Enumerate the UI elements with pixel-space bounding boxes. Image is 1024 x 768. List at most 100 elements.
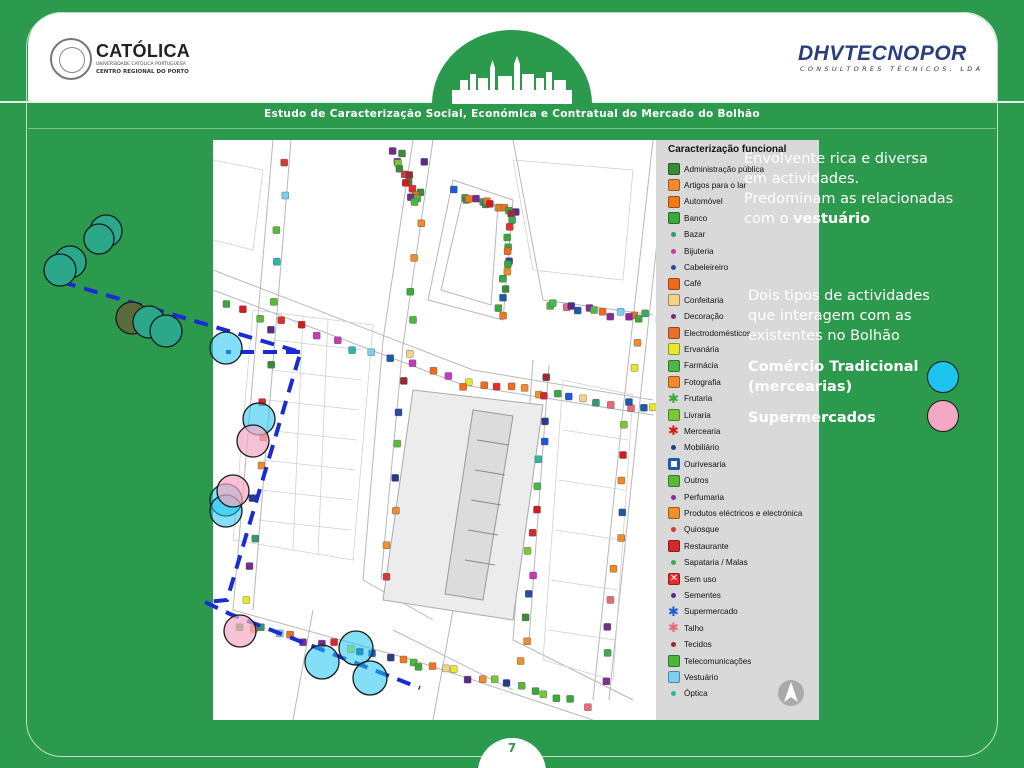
map-activity-marker (386, 354, 394, 362)
legend-label: Vestuário (684, 672, 719, 682)
map-activity-marker (635, 315, 643, 323)
legend-ring-icon (668, 458, 680, 471)
map-activity-marker (598, 307, 607, 316)
map-activity-marker (410, 254, 418, 262)
map-activity-marker (272, 226, 281, 234)
legend-dot-icon (671, 494, 676, 500)
legend-item: Vestuário (668, 670, 718, 684)
map-activity-marker (492, 382, 501, 391)
map-activity-marker (348, 346, 356, 354)
legend-label: Automóvel (684, 197, 723, 207)
map-activity-marker (552, 694, 561, 702)
map-activity-marker (409, 316, 417, 324)
legend-item: Decoração (668, 310, 724, 324)
university-seal-icon (50, 38, 92, 80)
legend-square-icon (668, 540, 680, 553)
legend-label: Electrodomésticos (684, 328, 751, 338)
map-activity-marker (267, 360, 275, 369)
legend-label: Farmácia (684, 361, 719, 371)
map-activity-marker (392, 506, 400, 515)
legend-dot-icon (671, 445, 676, 451)
map-activity-marker (334, 336, 342, 345)
legend-label: Sapataria / Malas (684, 558, 748, 568)
map-activity-marker (619, 451, 627, 459)
map-activity-marker (281, 191, 290, 200)
north-arrow-icon (778, 680, 804, 706)
map-activity-marker (618, 508, 626, 517)
map-activity-marker (273, 258, 281, 266)
legend-item: Outros (668, 474, 709, 488)
map-activity-marker (566, 695, 574, 703)
map-activity-marker (479, 675, 487, 683)
legend-square-icon (668, 179, 680, 192)
map-activity-marker (393, 439, 401, 448)
map-activity-marker (528, 529, 537, 537)
legend-square-icon (668, 474, 680, 487)
map-activity-marker (465, 195, 473, 203)
map-activity-marker (299, 638, 307, 646)
map-activity-marker (539, 690, 547, 698)
map-activity-marker (616, 308, 625, 316)
map-activity-marker (330, 638, 338, 646)
map-activity-marker (567, 302, 575, 310)
legend-square-icon (668, 327, 680, 339)
map-activity-marker (507, 209, 515, 218)
map-activity-marker (398, 149, 406, 158)
legend-square-icon (668, 195, 680, 208)
legend-item: Banco (668, 211, 707, 225)
map-activity-marker (382, 541, 391, 549)
map-activity-marker (382, 573, 391, 581)
legend-square-icon (668, 507, 680, 520)
map-activity-marker (491, 675, 499, 683)
map-activity-marker (606, 596, 615, 604)
circle-teal (43, 253, 77, 287)
map-activity-marker (259, 433, 267, 441)
legend-label: Produtos eléctricos e electrónica (684, 508, 803, 518)
map-activity-marker (388, 147, 397, 155)
map-activity-marker (609, 565, 618, 573)
legend-square-icon (668, 212, 680, 225)
map-activity-marker (280, 158, 288, 167)
legend-square-icon (668, 671, 680, 684)
map-activity-marker (533, 482, 541, 490)
note-activity-types: Dois tipos de actividades que interagem … (748, 288, 930, 344)
map-activity-marker (508, 216, 516, 224)
legend-label: Tecidos (684, 640, 712, 650)
legend-item: ✱ Mercearia (668, 423, 720, 438)
circle-teal (83, 223, 115, 255)
legend-item: Quiosque (668, 523, 719, 537)
map-activity-marker (516, 657, 525, 665)
legend-label: Banco (684, 213, 708, 223)
map-activity-marker (503, 247, 512, 256)
map-activity-marker (405, 171, 414, 179)
map-activity-marker (402, 179, 410, 187)
map-activity-marker (239, 305, 247, 313)
legend-dot-icon (671, 527, 676, 533)
note-traditional-commerce: Comércio Tradicional (mercearias) (748, 359, 919, 395)
legend-item: Sapataria / Malas (668, 556, 748, 570)
map-activity-marker (391, 474, 399, 482)
legend-label: Bijuteria (684, 246, 714, 256)
slide-subtitle: Estudo de Caracterização Social, Económi… (264, 108, 760, 120)
legend-label: Óptica (684, 689, 708, 699)
map-activity-marker (399, 655, 408, 664)
map-activity-marker (603, 649, 612, 657)
map-activity-marker (603, 623, 611, 631)
legend-item: Fotografia (668, 375, 721, 389)
map-activity-marker (499, 293, 507, 302)
legend-dot-icon (671, 264, 676, 270)
map-activity-marker (368, 649, 376, 658)
map-activity-marker (420, 158, 429, 166)
map-activity-marker (534, 455, 542, 463)
map-activity-marker (542, 373, 550, 381)
map-activity-marker (525, 590, 533, 598)
map-activity-marker (417, 219, 426, 228)
map-activity-marker (463, 675, 472, 684)
map-activity-marker (235, 623, 244, 631)
legend-label: Restaurante (684, 541, 729, 551)
map-activity-marker (620, 421, 628, 429)
subtitle-rule (28, 128, 996, 129)
map-activity-marker (429, 367, 438, 375)
map-activity-marker (503, 233, 511, 242)
map-activity-marker (459, 383, 467, 391)
